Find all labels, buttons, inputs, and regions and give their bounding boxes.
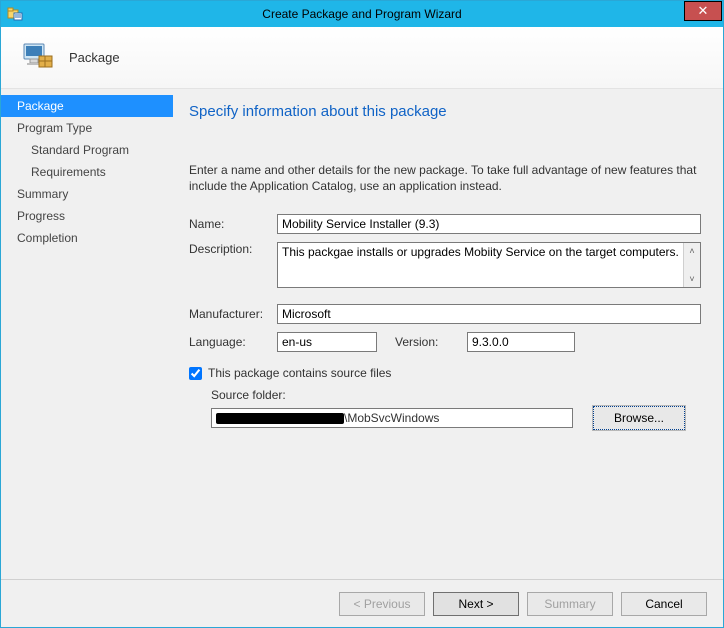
- wizard-sidebar: Package Program Type Standard Program Re…: [1, 89, 173, 579]
- window-title: Create Package and Program Wizard: [1, 7, 723, 21]
- description-label: Description:: [189, 242, 277, 256]
- nav-requirements[interactable]: Requirements: [1, 161, 173, 183]
- nav-program-type[interactable]: Program Type: [1, 117, 173, 139]
- scroll-up-icon[interactable]: ˄: [684, 243, 700, 259]
- description-scrollbar[interactable]: ˄ ˅: [683, 243, 700, 287]
- description-input[interactable]: This packgae installs or upgrades Mobiit…: [278, 243, 683, 287]
- next-button[interactable]: Next >: [433, 592, 519, 616]
- source-folder-input[interactable]: \MobSvcWindows: [211, 408, 573, 428]
- header-title: Package: [69, 50, 120, 65]
- summary-button: Summary: [527, 592, 613, 616]
- package-icon: [19, 38, 55, 77]
- wizard-window: Create Package and Program Wizard ✕ Pack…: [0, 0, 724, 628]
- nav-standard-program[interactable]: Standard Program: [1, 139, 173, 161]
- previous-button: < Previous: [339, 592, 425, 616]
- name-input[interactable]: [277, 214, 701, 234]
- source-folder-suffix: \MobSvcWindows: [344, 411, 439, 425]
- intro-text: Enter a name and other details for the n…: [189, 162, 701, 194]
- language-label: Language:: [189, 335, 277, 349]
- source-files-checkbox-label: This package contains source files: [208, 366, 391, 380]
- nav-package[interactable]: Package: [1, 95, 173, 117]
- nav-completion[interactable]: Completion: [1, 227, 173, 249]
- wizard-footer: < Previous Next > Summary Cancel: [1, 579, 723, 627]
- version-label: Version:: [395, 335, 467, 349]
- manufacturer-input[interactable]: [277, 304, 701, 324]
- nav-progress[interactable]: Progress: [1, 205, 173, 227]
- manufacturer-label: Manufacturer:: [189, 307, 277, 321]
- wizard-body: Package Program Type Standard Program Re…: [1, 89, 723, 579]
- app-icon: [7, 6, 23, 22]
- name-label: Name:: [189, 217, 277, 231]
- language-input[interactable]: [277, 332, 377, 352]
- page-heading: Specify information about this package: [189, 103, 701, 120]
- redacted-path: [216, 413, 344, 424]
- cancel-button[interactable]: Cancel: [621, 592, 707, 616]
- wizard-content: Specify information about this package E…: [173, 89, 723, 579]
- nav-summary[interactable]: Summary: [1, 183, 173, 205]
- source-folder-label: Source folder:: [211, 388, 701, 402]
- version-input[interactable]: [467, 332, 575, 352]
- titlebar: Create Package and Program Wizard ✕: [1, 1, 723, 27]
- scroll-down-icon[interactable]: ˅: [684, 271, 700, 287]
- source-files-checkbox[interactable]: [189, 367, 202, 380]
- close-button[interactable]: ✕: [684, 1, 722, 21]
- header-band: Package: [1, 27, 723, 89]
- browse-button[interactable]: Browse...: [593, 406, 685, 430]
